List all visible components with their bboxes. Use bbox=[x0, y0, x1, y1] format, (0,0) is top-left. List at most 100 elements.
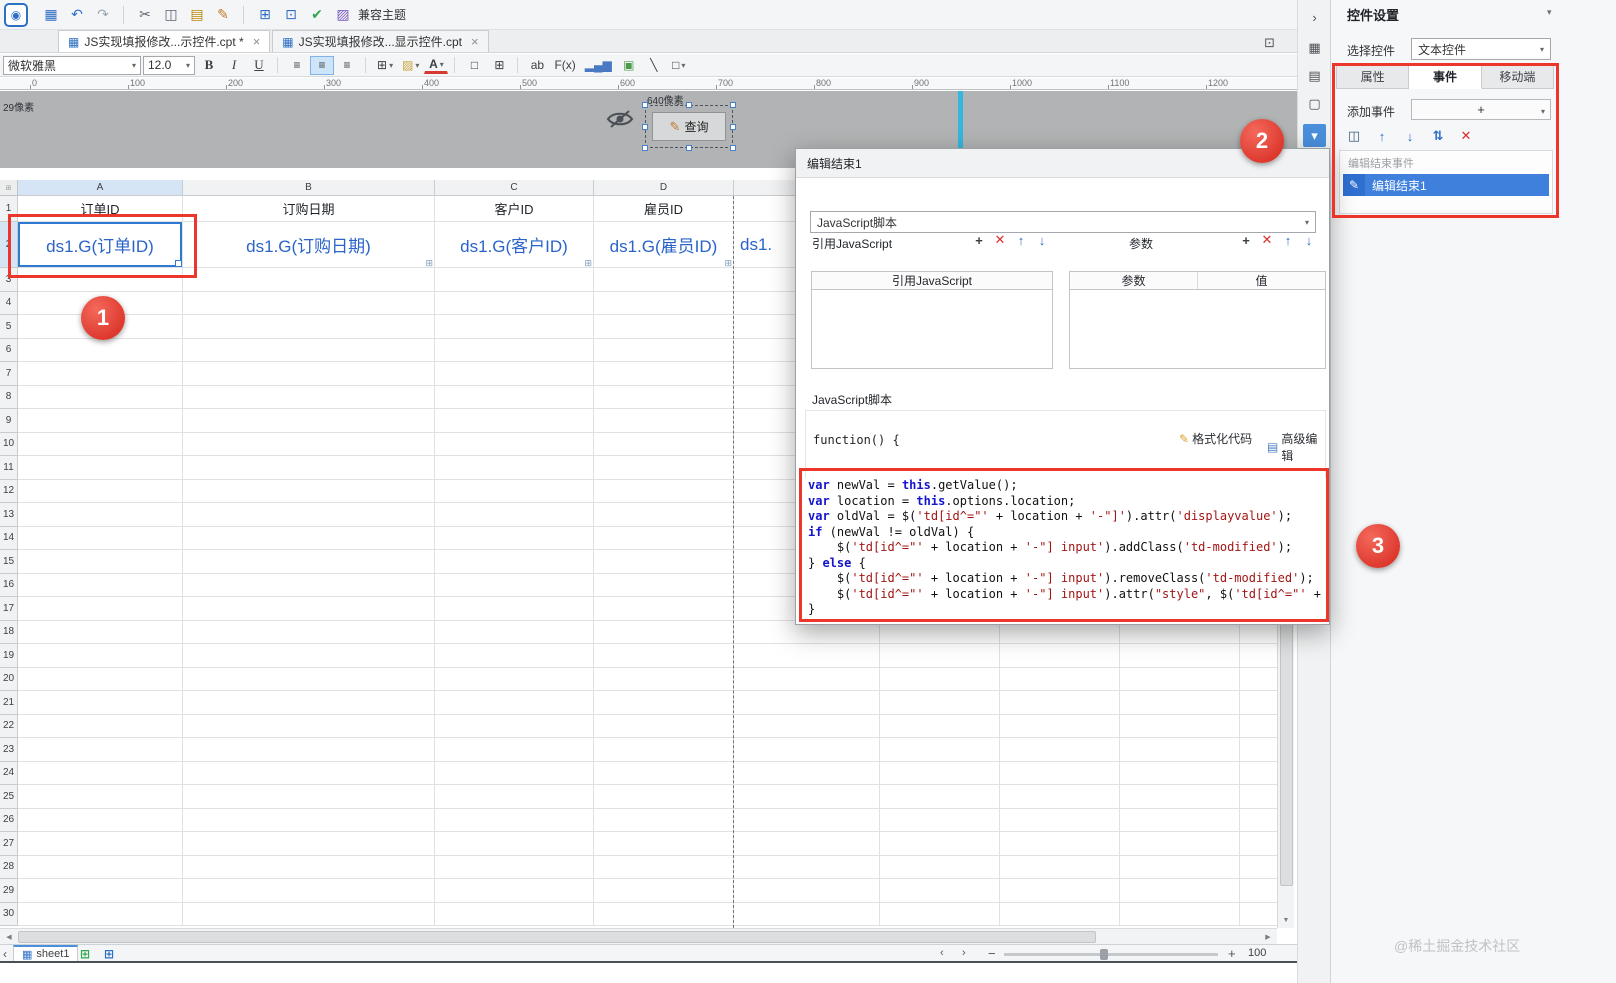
row-header-19[interactable]: 19 bbox=[0, 644, 18, 668]
underline-button[interactable]: U bbox=[247, 56, 271, 75]
cell-G28[interactable] bbox=[1000, 855, 1120, 879]
code-line[interactable]: $('td[id^="' + location + '-"] input').a… bbox=[808, 540, 1326, 556]
cell-H20[interactable] bbox=[1120, 667, 1240, 691]
code-line[interactable]: } else { bbox=[808, 556, 1326, 572]
script-code-editor[interactable]: var newVal = this.getValue(); var locatio… bbox=[805, 478, 1326, 618]
cell-C1[interactable]: 客户ID bbox=[435, 196, 594, 222]
row-header-29[interactable]: 29 bbox=[0, 879, 18, 903]
cell-D4[interactable] bbox=[594, 291, 734, 315]
cell-I22[interactable] bbox=[1240, 714, 1277, 738]
cell-C2[interactable]: ds1.G(客户ID) ⊞ bbox=[435, 222, 594, 268]
font-size-select[interactable]: 12.0 ▾ bbox=[143, 55, 195, 75]
cell-A14[interactable] bbox=[18, 526, 183, 550]
col-header-B[interactable]: B bbox=[183, 180, 435, 196]
cell-I23[interactable] bbox=[1240, 738, 1277, 762]
collapse-panel-icon[interactable]: ▾ bbox=[1547, 7, 1552, 18]
cell-A2[interactable]: ds1.G(订单ID) bbox=[18, 222, 183, 268]
code-line[interactable]: var location = this.options.location; bbox=[808, 494, 1326, 510]
panel-tab-mobile[interactable]: 移动端 bbox=[1481, 64, 1554, 89]
row-header-18[interactable]: 18 bbox=[0, 620, 18, 644]
cell-D14[interactable] bbox=[594, 526, 734, 550]
cell-E24[interactable] bbox=[734, 761, 880, 785]
cell-I30[interactable] bbox=[1240, 902, 1277, 926]
query-button-widget[interactable]: ✎ 查询 bbox=[642, 102, 736, 151]
bold-button[interactable]: B bbox=[197, 56, 221, 75]
cell-C11[interactable] bbox=[435, 456, 594, 480]
scroll-down-icon[interactable]: ▼ bbox=[1278, 912, 1294, 928]
cell-H30[interactable] bbox=[1120, 902, 1240, 926]
cell-H21[interactable] bbox=[1120, 691, 1240, 715]
validate-icon[interactable]: ✔ bbox=[304, 3, 330, 27]
cell-I24[interactable] bbox=[1240, 761, 1277, 785]
paste-icon[interactable]: ▤ bbox=[184, 3, 210, 27]
cell-B13[interactable] bbox=[183, 503, 435, 527]
sheet-corner[interactable]: ⊞ bbox=[0, 180, 18, 196]
cell-A17[interactable] bbox=[18, 597, 183, 621]
save-icon[interactable]: ▦ bbox=[38, 3, 64, 27]
cell-I25[interactable] bbox=[1240, 785, 1277, 809]
cell-G29[interactable] bbox=[1000, 879, 1120, 903]
cell-B30[interactable] bbox=[183, 902, 435, 926]
query-button[interactable]: ✎ 查询 bbox=[652, 112, 726, 141]
add-event-button[interactable]: + ▾ bbox=[1411, 99, 1551, 120]
resize-handle[interactable] bbox=[730, 102, 736, 108]
sheet-tab-scroll-icon[interactable]: ‹ bbox=[3, 947, 7, 961]
cut-icon[interactable]: ✂ bbox=[132, 3, 158, 27]
sheet-tab[interactable]: ▦ sheet1 bbox=[13, 945, 79, 962]
cell-I19[interactable] bbox=[1240, 644, 1277, 668]
ref-js-column-header[interactable]: 引用JavaScript bbox=[812, 272, 1052, 289]
cell-B20[interactable] bbox=[183, 667, 435, 691]
scroll-right-icon[interactable]: ▶ bbox=[1260, 929, 1276, 945]
cell-D26[interactable] bbox=[594, 808, 734, 832]
cell-F19[interactable] bbox=[880, 644, 1000, 668]
cell-F24[interactable] bbox=[880, 761, 1000, 785]
cell-D7[interactable] bbox=[594, 362, 734, 386]
cell-D20[interactable] bbox=[594, 667, 734, 691]
cell-G30[interactable] bbox=[1000, 902, 1120, 926]
cell-F27[interactable] bbox=[880, 832, 1000, 856]
next-page-icon[interactable]: › bbox=[962, 947, 966, 959]
cell-I26[interactable] bbox=[1240, 808, 1277, 832]
border-button[interactable]: □ bbox=[462, 56, 486, 75]
panel-tab-properties[interactable]: 属性 bbox=[1336, 64, 1410, 89]
cell-C4[interactable] bbox=[435, 291, 594, 315]
cell-D9[interactable] bbox=[594, 409, 734, 433]
cell-B12[interactable] bbox=[183, 479, 435, 503]
grid-button[interactable]: ⊞ bbox=[487, 56, 511, 75]
zoom-out-icon[interactable]: − bbox=[988, 946, 996, 961]
cell-G21[interactable] bbox=[1000, 691, 1120, 715]
cell-A23[interactable] bbox=[18, 738, 183, 762]
cell-B17[interactable] bbox=[183, 597, 435, 621]
cell-D23[interactable] bbox=[594, 738, 734, 762]
horizontal-scrollbar[interactable]: ◀ ▶ bbox=[0, 928, 1277, 944]
resize-handle[interactable] bbox=[686, 102, 692, 108]
cell-B23[interactable] bbox=[183, 738, 435, 762]
cell-A25[interactable] bbox=[18, 785, 183, 809]
cell-C13[interactable] bbox=[435, 503, 594, 527]
resize-handle[interactable] bbox=[642, 145, 648, 151]
cell-E26[interactable] bbox=[734, 808, 880, 832]
cell-A9[interactable] bbox=[18, 409, 183, 433]
cell-F30[interactable] bbox=[880, 902, 1000, 926]
move-up-icon[interactable]: ↑ bbox=[1278, 230, 1298, 250]
ref-js-table-body[interactable] bbox=[812, 290, 1052, 368]
collapse-panel-icon[interactable]: › bbox=[1303, 6, 1326, 29]
cell-B26[interactable] bbox=[183, 808, 435, 832]
row-header-11[interactable]: 11 bbox=[0, 456, 18, 480]
cell-D1[interactable]: 雇员ID bbox=[594, 196, 734, 222]
float-element-icon[interactable]: ▢ bbox=[1303, 92, 1326, 115]
cell-G20[interactable] bbox=[1000, 667, 1120, 691]
cell-A16[interactable] bbox=[18, 573, 183, 597]
row-header-20[interactable]: 20 bbox=[0, 667, 18, 691]
cell-D29[interactable] bbox=[594, 879, 734, 903]
cell-B19[interactable] bbox=[183, 644, 435, 668]
cell-B9[interactable] bbox=[183, 409, 435, 433]
font-family-select[interactable]: 微软雅黑 ▾ bbox=[3, 55, 141, 75]
cell-H29[interactable] bbox=[1120, 879, 1240, 903]
cell-C8[interactable] bbox=[435, 385, 594, 409]
row-header-24[interactable]: 24 bbox=[0, 761, 18, 785]
resize-handle[interactable] bbox=[730, 145, 736, 151]
theme-icon[interactable]: ▨ bbox=[330, 3, 356, 27]
row-header-16[interactable]: 16 bbox=[0, 573, 18, 597]
condition-display-icon[interactable]: ▾ bbox=[1303, 124, 1326, 147]
